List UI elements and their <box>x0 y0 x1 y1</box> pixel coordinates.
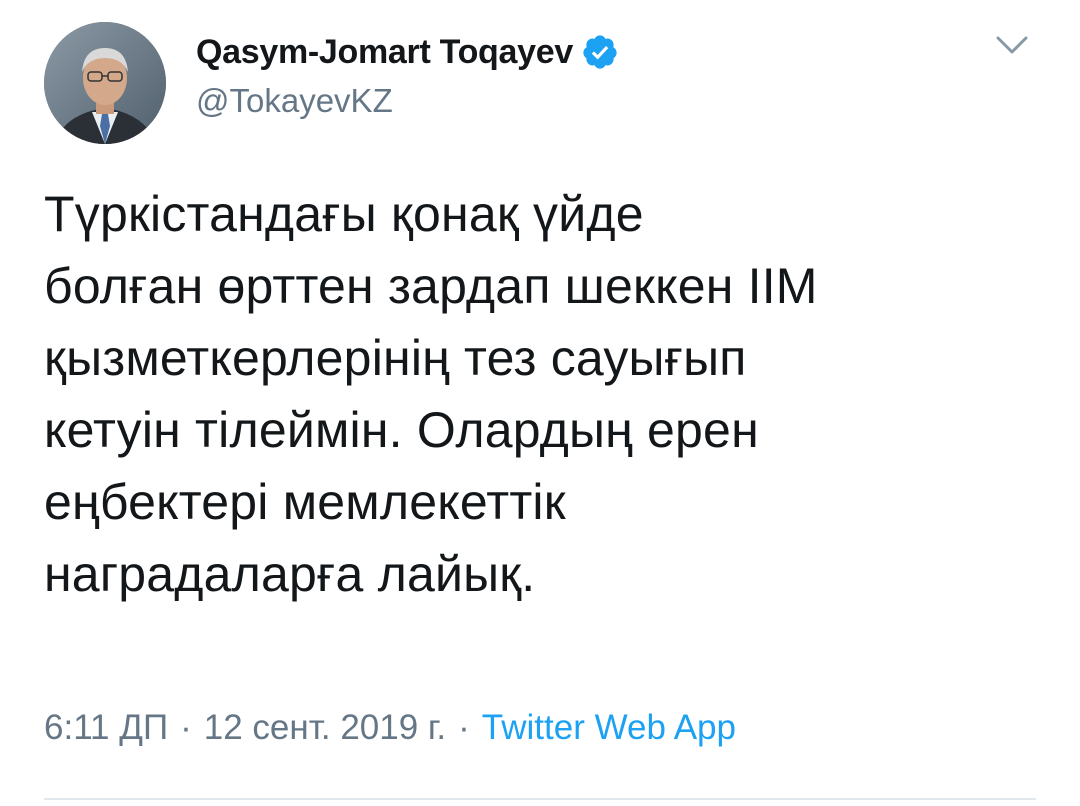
meta-separator: · <box>180 708 192 747</box>
tweet-date[interactable]: 12 сент. 2019 г. <box>204 708 446 748</box>
name-row: Qasym-Jomart Toqayev <box>196 28 956 76</box>
divider <box>44 798 1036 800</box>
tweet-text: Түркістандағы қонақ үйде болған өрттен з… <box>44 186 818 602</box>
verified-badge-icon <box>581 33 619 71</box>
chevron-down-icon[interactable] <box>992 30 1032 60</box>
meta-separator: · <box>458 708 470 747</box>
user-handle[interactable]: @TokayevKZ <box>196 82 956 120</box>
avatar-image <box>44 22 166 144</box>
tweet-card: Qasym-Jomart Toqayev @TokayevKZ Түркіста… <box>0 0 1080 806</box>
avatar[interactable] <box>44 22 166 144</box>
display-name[interactable]: Qasym-Jomart Toqayev <box>196 33 573 72</box>
tweet-source-link[interactable]: Twitter Web App <box>482 708 736 748</box>
tweet-header: Qasym-Jomart Toqayev @TokayevKZ <box>196 28 956 138</box>
tweet-meta: 6:11 ДП · 12 сент. 2019 г. · Twitter Web… <box>44 708 736 748</box>
tweet-time[interactable]: 6:11 ДП <box>44 708 168 748</box>
